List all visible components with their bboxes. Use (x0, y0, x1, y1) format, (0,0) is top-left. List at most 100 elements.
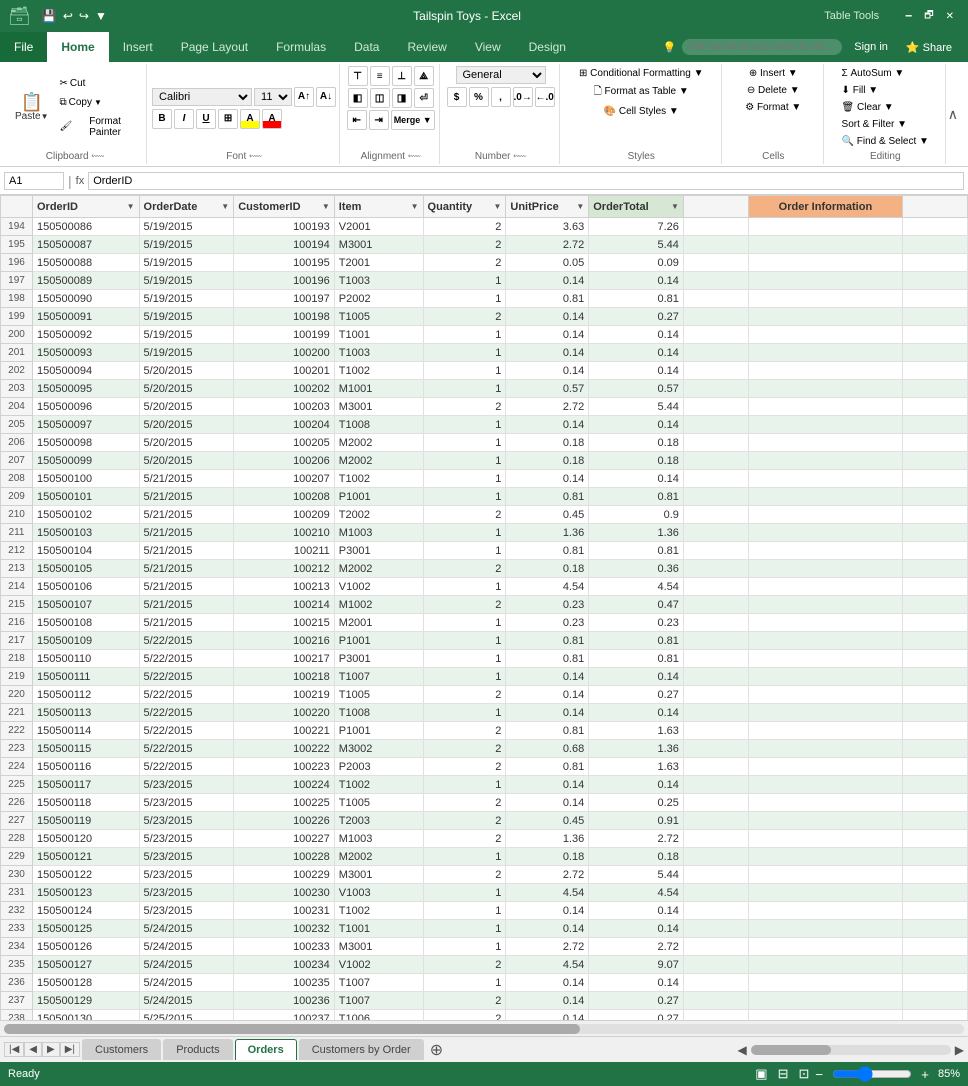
cell-col-e[interactable]: 1 (423, 380, 506, 398)
table-row[interactable]: 2261505001185/23/2015100225T100520.140.2… (1, 794, 968, 812)
tab-home[interactable]: Home (47, 32, 108, 62)
cell-col-b[interactable]: 5/25/2015 (139, 1010, 234, 1021)
cell-col-e[interactable]: 1 (423, 362, 506, 380)
cell-col-b[interactable]: 5/24/2015 (139, 956, 234, 974)
align-middle-btn[interactable]: ≡ (370, 66, 390, 86)
cell-col-a[interactable]: 150500090 (33, 290, 140, 308)
cell-col-a[interactable]: 150500100 (33, 470, 140, 488)
table-row[interactable]: 2131505001055/21/2015100212M200220.180.3… (1, 560, 968, 578)
cell-col-e[interactable]: 2 (423, 560, 506, 578)
cell-col-f[interactable]: 0.45 (506, 506, 589, 524)
col-header-unitprice[interactable]: UnitPrice ▼ (506, 196, 589, 218)
filter-arrow-orderid[interactable]: ▼ (127, 202, 135, 211)
cell-col-a[interactable]: 150500129 (33, 992, 140, 1010)
cell-col-b[interactable]: 5/21/2015 (139, 524, 234, 542)
cell-col-a[interactable]: 150500127 (33, 956, 140, 974)
cell-col-f[interactable]: 0.81 (506, 488, 589, 506)
cell-col-a[interactable]: 150500117 (33, 776, 140, 794)
table-row[interactable]: 2271505001195/23/2015100226T200320.450.9… (1, 812, 968, 830)
tell-me-input[interactable] (682, 39, 842, 55)
cell-col-b[interactable]: 5/21/2015 (139, 560, 234, 578)
sheet-nav-first[interactable]: |◀ (4, 1042, 24, 1057)
col-header-ordertotal[interactable]: OrderTotal ▼ (589, 196, 684, 218)
cell-col-e[interactable]: 1 (423, 902, 506, 920)
cell-col-e[interactable]: 2 (423, 398, 506, 416)
cell-col-d[interactable]: T2002 (334, 506, 423, 524)
page-break-view-btn[interactable]: ⊡ (795, 1066, 812, 1082)
table-row[interactable]: 1941505000865/19/2015100193V200123.637.2… (1, 218, 968, 236)
close-btn[interactable]: ✕ (940, 9, 960, 24)
cell-col-g[interactable]: 0.81 (589, 542, 684, 560)
tab-formulas[interactable]: Formulas (262, 32, 340, 62)
cell-col-f[interactable]: 0.81 (506, 650, 589, 668)
cell-col-b[interactable]: 5/20/2015 (139, 398, 234, 416)
cell-col-d[interactable]: M2002 (334, 560, 423, 578)
cell-col-e[interactable]: 1 (423, 344, 506, 362)
cell-col-g[interactable]: 0.47 (589, 596, 684, 614)
table-row[interactable]: 2311505001235/23/2015100230V100314.544.5… (1, 884, 968, 902)
cell-col-e[interactable]: 1 (423, 974, 506, 992)
cell-col-d[interactable]: T1002 (334, 470, 423, 488)
cell-col-d[interactable]: T1005 (334, 308, 423, 326)
cell-col-a[interactable]: 150500097 (33, 416, 140, 434)
cell-col-a[interactable]: 150500102 (33, 506, 140, 524)
cell-col-f[interactable]: 0.14 (506, 344, 589, 362)
cell-col-e[interactable]: 1 (423, 290, 506, 308)
cell-col-g[interactable]: 7.26 (589, 218, 684, 236)
table-row[interactable]: 2321505001245/23/2015100231T100210.140.1… (1, 902, 968, 920)
cell-col-d[interactable]: M1001 (334, 380, 423, 398)
cell-col-c[interactable]: 100208 (234, 488, 335, 506)
cell-col-f[interactable]: 0.14 (506, 902, 589, 920)
cell-col-a[interactable]: 150500092 (33, 326, 140, 344)
cell-col-e[interactable]: 1 (423, 470, 506, 488)
page-layout-view-btn[interactable]: ⊟ (775, 1066, 792, 1082)
cell-col-f[interactable]: 0.14 (506, 272, 589, 290)
cell-col-c[interactable]: 100230 (234, 884, 335, 902)
cell-col-e[interactable]: 1 (423, 326, 506, 344)
bold-btn[interactable]: B (152, 109, 172, 129)
cell-col-g[interactable]: 0.25 (589, 794, 684, 812)
tab-view[interactable]: View (461, 32, 515, 62)
cell-col-d[interactable]: M2002 (334, 848, 423, 866)
filter-arrow-unitprice[interactable]: ▼ (576, 202, 584, 211)
cell-col-f[interactable]: 2.72 (506, 398, 589, 416)
cell-col-a[interactable]: 150500114 (33, 722, 140, 740)
cell-col-e[interactable]: 1 (423, 524, 506, 542)
undo-quick-btn[interactable]: ↩ (60, 7, 76, 25)
cell-col-b[interactable]: 5/22/2015 (139, 704, 234, 722)
table-row[interactable]: 2231505001155/22/2015100222M300220.681.3… (1, 740, 968, 758)
customize-quick-btn[interactable]: ▼ (92, 7, 110, 25)
cell-col-e[interactable]: 1 (423, 488, 506, 506)
cell-col-g[interactable]: 1.63 (589, 758, 684, 776)
cell-col-d[interactable]: V1003 (334, 884, 423, 902)
cell-col-a[interactable]: 150500104 (33, 542, 140, 560)
cell-col-b[interactable]: 5/19/2015 (139, 290, 234, 308)
cell-col-g[interactable]: 5.44 (589, 866, 684, 884)
tab-customers-by-order[interactable]: Customers by Order (299, 1039, 424, 1060)
cell-col-g[interactable]: 5.44 (589, 236, 684, 254)
cell-col-d[interactable]: T1007 (334, 992, 423, 1010)
cell-col-a[interactable]: 150500126 (33, 938, 140, 956)
table-row[interactable]: 2021505000945/20/2015100201T100210.140.1… (1, 362, 968, 380)
cell-col-e[interactable]: 2 (423, 686, 506, 704)
conditional-formatting-btn[interactable]: ⊞ Conditional Formatting ▼ (571, 66, 711, 81)
cell-col-d[interactable]: P2002 (334, 290, 423, 308)
cell-col-c[interactable]: 100200 (234, 344, 335, 362)
table-row[interactable]: 2361505001285/24/2015100235T100710.140.1… (1, 974, 968, 992)
cell-col-c[interactable]: 100195 (234, 254, 335, 272)
cell-col-a[interactable]: 150500105 (33, 560, 140, 578)
cell-col-b[interactable]: 5/21/2015 (139, 506, 234, 524)
format-painter-btn[interactable]: 🖌 Format Painter (56, 114, 141, 140)
sheet-nav-next[interactable]: ▶ (42, 1042, 60, 1057)
cell-col-f[interactable]: 0.18 (506, 434, 589, 452)
save-quick-btn[interactable]: 💾 (39, 7, 60, 25)
cell-col-d[interactable]: P3001 (334, 542, 423, 560)
cell-col-g[interactable]: 0.14 (589, 668, 684, 686)
cell-col-c[interactable]: 100217 (234, 650, 335, 668)
cell-col-a[interactable]: 150500096 (33, 398, 140, 416)
cell-col-b[interactable]: 5/21/2015 (139, 578, 234, 596)
cell-col-b[interactable]: 5/19/2015 (139, 344, 234, 362)
cell-col-g[interactable]: 0.27 (589, 308, 684, 326)
cell-col-d[interactable]: T1002 (334, 902, 423, 920)
indent-decrease-btn[interactable]: ⇤ (347, 110, 367, 130)
